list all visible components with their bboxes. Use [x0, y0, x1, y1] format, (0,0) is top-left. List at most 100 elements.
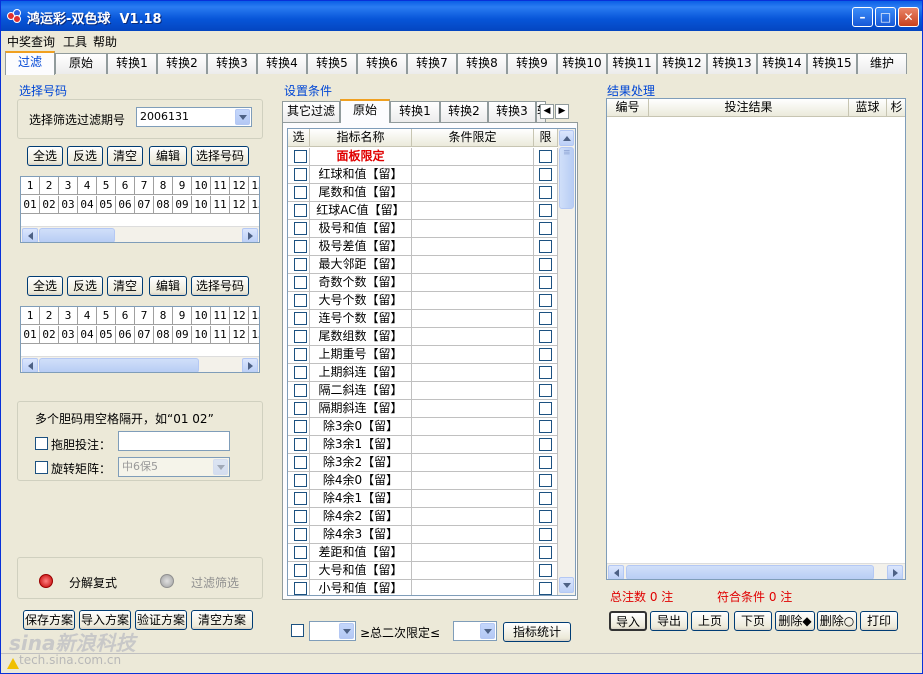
- row-select-cell[interactable]: [288, 292, 310, 310]
- minimize-button[interactable]: –: [852, 7, 873, 27]
- tab-main-11[interactable]: 转换10: [557, 53, 607, 74]
- row-select-checkbox[interactable]: [294, 258, 307, 271]
- condition-value[interactable]: [412, 490, 534, 508]
- chevron-down-icon[interactable]: [339, 623, 354, 639]
- verify-scheme-button[interactable]: 验证方案: [135, 610, 187, 630]
- decompose-icon[interactable]: [39, 574, 53, 588]
- number-cell[interactable]: 07: [135, 196, 154, 214]
- row-limit-checkbox[interactable]: [539, 348, 552, 361]
- row-limit-checkbox[interactable]: [539, 294, 552, 307]
- tab-scroll-left-icon[interactable]: ◀: [540, 104, 554, 119]
- row-limit-cell[interactable]: [534, 238, 558, 256]
- scroll-right-icon[interactable]: [242, 228, 258, 242]
- pick-numbers-button[interactable]: 选择号码: [191, 276, 249, 296]
- row-limit-checkbox[interactable]: [539, 582, 552, 595]
- number-grid-hscroll[interactable]: [21, 356, 259, 372]
- col-result[interactable]: 投注结果: [649, 99, 849, 117]
- row-select-cell[interactable]: [288, 274, 310, 292]
- condition-value[interactable]: [412, 454, 534, 472]
- chevron-down-icon[interactable]: [235, 109, 250, 125]
- condition-value[interactable]: [412, 184, 534, 202]
- invert-button[interactable]: 反选: [67, 146, 103, 166]
- col-extra[interactable]: 杉: [887, 99, 905, 117]
- row-limit-checkbox[interactable]: [539, 438, 552, 451]
- scroll-left-icon[interactable]: [22, 228, 38, 242]
- row-limit-checkbox[interactable]: [539, 330, 552, 343]
- chevron-down-icon[interactable]: [480, 623, 495, 639]
- condition-value[interactable]: [412, 292, 534, 310]
- row-select-checkbox[interactable]: [294, 528, 307, 541]
- row-select-checkbox[interactable]: [294, 510, 307, 523]
- row-limit-cell[interactable]: [534, 382, 558, 400]
- tab-main-1[interactable]: 原始: [55, 53, 107, 74]
- row-limit-checkbox[interactable]: [539, 186, 552, 199]
- scroll-thumb[interactable]: [39, 228, 115, 242]
- scroll-left-icon[interactable]: [22, 358, 38, 372]
- row-select-checkbox[interactable]: [294, 474, 307, 487]
- row-limit-checkbox[interactable]: [539, 546, 552, 559]
- number-cell[interactable]: 11: [211, 326, 230, 344]
- row-limit-checkbox[interactable]: [539, 492, 552, 505]
- rotate-checkbox[interactable]: [35, 461, 48, 474]
- number-cell[interactable]: 01: [21, 326, 40, 344]
- number-cell[interactable]: 08: [154, 196, 173, 214]
- number-cell[interactable]: 09: [173, 196, 192, 214]
- title-bar[interactable]: 鸿运彩-双色球 V1.18 – □ ✕: [1, 1, 922, 31]
- condition-row[interactable]: 上期重号【留】: [288, 346, 558, 364]
- row-limit-cell[interactable]: [534, 256, 558, 274]
- row-select-cell[interactable]: [288, 436, 310, 454]
- number-cell[interactable]: 07: [135, 326, 154, 344]
- condition-row[interactable]: 红球AC值【留】: [288, 202, 558, 220]
- print-button[interactable]: 打印: [860, 611, 898, 631]
- condition-row[interactable]: 隔二斜连【留】: [288, 382, 558, 400]
- number-cell[interactable]: 12: [230, 326, 249, 344]
- rotate-select[interactable]: 中6保5: [118, 457, 230, 477]
- condition-row[interactable]: 面板限定: [288, 148, 558, 166]
- tab-main-2[interactable]: 转换1: [107, 53, 157, 74]
- row-limit-checkbox[interactable]: [539, 564, 552, 577]
- row-select-checkbox[interactable]: [294, 312, 307, 325]
- delete-hollow-button[interactable]: 删除○: [817, 611, 857, 631]
- filter-run-label[interactable]: 过滤筛选: [191, 574, 239, 591]
- decompose-label[interactable]: 分解复式: [69, 574, 117, 591]
- condition-row[interactable]: 除4余0【留】: [288, 472, 558, 490]
- number-cell[interactable]: 02: [40, 196, 59, 214]
- number-grid-hscroll[interactable]: [21, 226, 259, 242]
- number-cell[interactable]: 05: [97, 326, 116, 344]
- tab-main-9[interactable]: 转换8: [457, 53, 507, 74]
- delete-filled-button[interactable]: 删除◆: [775, 611, 815, 631]
- row-select-cell[interactable]: [288, 364, 310, 382]
- import-result-button[interactable]: 导入: [609, 611, 647, 631]
- row-limit-checkbox[interactable]: [539, 456, 552, 469]
- tab-condition-3[interactable]: 转换2: [440, 101, 488, 122]
- filter-run-icon[interactable]: [160, 574, 174, 588]
- chevron-down-icon[interactable]: [213, 459, 228, 475]
- number-cell[interactable]: 13: [249, 326, 259, 344]
- number-cell[interactable]: 04: [78, 196, 97, 214]
- condition-row[interactable]: 最大邻距【留】: [288, 256, 558, 274]
- row-limit-checkbox[interactable]: [539, 168, 552, 181]
- row-select-checkbox[interactable]: [294, 492, 307, 505]
- tab-scroll-right-icon[interactable]: ▶: [555, 104, 569, 119]
- row-select-checkbox[interactable]: [294, 384, 307, 397]
- row-limit-cell[interactable]: [534, 166, 558, 184]
- tab-condition-4[interactable]: 转换3: [488, 101, 536, 122]
- scroll-thumb[interactable]: [626, 565, 874, 579]
- prev-page-button[interactable]: 上页: [691, 611, 729, 631]
- row-select-checkbox[interactable]: [294, 582, 307, 595]
- condition-value[interactable]: [412, 274, 534, 292]
- clear-button[interactable]: 清空: [107, 146, 143, 166]
- condition-row[interactable]: 除4余2【留】: [288, 508, 558, 526]
- condition-value[interactable]: [412, 256, 534, 274]
- number-cell[interactable]: 08: [154, 326, 173, 344]
- row-limit-checkbox[interactable]: [539, 420, 552, 433]
- row-limit-cell[interactable]: [534, 472, 558, 490]
- condition-value[interactable]: [412, 148, 534, 166]
- row-select-checkbox[interactable]: [294, 204, 307, 217]
- row-select-cell[interactable]: [288, 346, 310, 364]
- row-select-checkbox[interactable]: [294, 456, 307, 469]
- number-cell[interactable]: 06: [116, 196, 135, 214]
- row-select-checkbox[interactable]: [294, 402, 307, 415]
- tab-main-15[interactable]: 转换14: [757, 53, 807, 74]
- row-select-checkbox[interactable]: [294, 150, 307, 163]
